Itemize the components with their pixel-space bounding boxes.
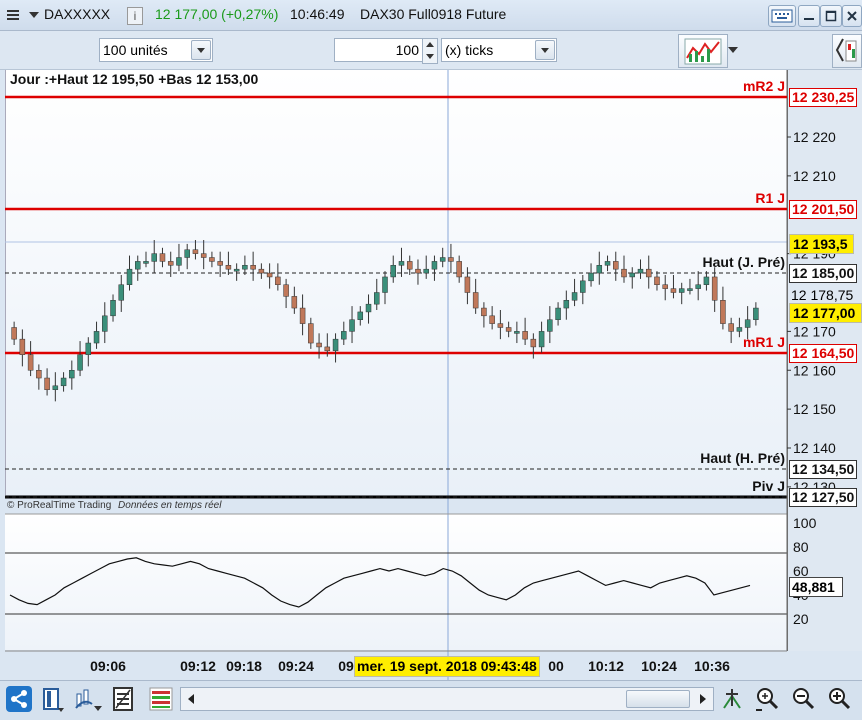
level-value-label: 12 185,00 bbox=[789, 264, 858, 283]
crosshair-date-label: mer. 19 sept. 2018 09:43:48 bbox=[354, 656, 540, 677]
keyboard-icon bbox=[771, 9, 793, 23]
ticks-unit-select[interactable]: (x) ticks bbox=[441, 38, 557, 62]
level-name-label: R1 J bbox=[755, 190, 785, 206]
trades-icon bbox=[149, 687, 173, 711]
level-value-label: 12 127,50 bbox=[789, 488, 858, 507]
level-name-label: Haut (H. Pré) bbox=[700, 450, 785, 466]
ticks-unit-chevron-down-icon bbox=[535, 40, 555, 60]
scrollbar[interactable] bbox=[180, 687, 714, 711]
watermark-status: Données en temps réel bbox=[118, 500, 222, 511]
crosshair-date-text: mer. 19 sept. 2018 09:43:48 bbox=[357, 658, 537, 674]
ref-price-text: 12 178,75 bbox=[791, 287, 854, 303]
scrollbar-thumb[interactable] bbox=[626, 690, 690, 708]
time-tick-label: 00 bbox=[548, 658, 564, 674]
zoom-in-icon bbox=[829, 688, 851, 710]
time-tick-label: 09:18 bbox=[226, 658, 262, 674]
keyboard-button[interactable] bbox=[768, 5, 796, 27]
share-icon bbox=[11, 690, 27, 708]
ticks-unit-value: (x) ticks bbox=[445, 42, 494, 58]
chart-style-chevron-down-icon[interactable] bbox=[728, 46, 738, 54]
zoom-out-button[interactable] bbox=[790, 686, 816, 712]
minimize-icon bbox=[804, 18, 814, 20]
maximize-button[interactable] bbox=[820, 5, 842, 27]
last-price-label: 12 177,00 bbox=[789, 303, 862, 323]
price-chart-area[interactable] bbox=[5, 70, 788, 495]
clock-time: 10:46:49 bbox=[290, 6, 345, 22]
chart-header: Jour :+Haut 12 195,50 +Bas 12 153,00 bbox=[10, 71, 259, 87]
level-name-label: Piv J bbox=[752, 478, 785, 494]
level-name-label: mR2 J bbox=[742, 78, 785, 94]
ticks-number-input[interactable]: 100 bbox=[334, 38, 424, 62]
level-name-label: mR1 J bbox=[742, 334, 785, 350]
info-icon-glyph: i bbox=[133, 9, 137, 23]
scroll-right-icon[interactable] bbox=[693, 688, 713, 710]
crosshair-price-label: 12 193,5 bbox=[789, 234, 854, 254]
watermark: © ProRealTime Trading Données en temps r… bbox=[7, 500, 221, 511]
scroll-left-icon[interactable] bbox=[181, 688, 201, 710]
units-select[interactable]: 100 unités bbox=[99, 38, 213, 62]
indicator-value-text: 48,881 bbox=[792, 579, 835, 595]
ref-price-label: 12 178,75 bbox=[791, 286, 853, 304]
chart-toolbar: 100 unités 100 (x) ticks bbox=[0, 31, 862, 70]
time-tick-label: 09 bbox=[338, 658, 354, 674]
title-bar: DAXXXXX i 12 177,00 (+0,27%) 10:46:49 DA… bbox=[0, 0, 862, 31]
time-tick-label: 09:24 bbox=[278, 658, 314, 674]
layout-button[interactable] bbox=[42, 686, 64, 712]
indicators-button[interactable] bbox=[74, 686, 104, 712]
time-tick-label: 10:24 bbox=[641, 658, 677, 674]
level-value-label: 12 230,25 bbox=[789, 88, 858, 107]
zoom-out-icon bbox=[793, 688, 815, 710]
window-menu-icon[interactable] bbox=[6, 9, 20, 21]
spinner-down-icon[interactable] bbox=[423, 51, 437, 62]
instrument-name[interactable]: DAXXXXX bbox=[44, 6, 110, 22]
units-chevron-down-icon[interactable] bbox=[191, 40, 211, 60]
ticks-number-value: 100 bbox=[395, 42, 419, 58]
level-value-label: 12 164,50 bbox=[789, 344, 858, 363]
side-panel-button[interactable] bbox=[832, 34, 862, 68]
indicators-icon bbox=[75, 689, 102, 711]
zoom-fit-button[interactable] bbox=[720, 686, 744, 712]
layout-icon bbox=[43, 688, 64, 712]
spinner-up-icon[interactable] bbox=[423, 39, 437, 50]
last-price-text: 12 177,00 bbox=[793, 305, 856, 321]
indicator-panel[interactable] bbox=[5, 514, 787, 650]
zoom-reset-button[interactable] bbox=[754, 686, 780, 712]
zoom-fit-icon bbox=[723, 689, 741, 709]
zoom-reset-icon bbox=[756, 688, 779, 711]
units-value: 100 unités bbox=[103, 42, 168, 58]
price-change: 12 177,00 (+0,27%) bbox=[155, 6, 279, 22]
zoom-in-button[interactable] bbox=[826, 686, 852, 712]
watermark-brand: © ProRealTime Trading bbox=[7, 500, 112, 511]
time-tick-label: 10:12 bbox=[588, 658, 624, 674]
level-name-label: Haut (J. Pré) bbox=[702, 254, 785, 270]
ticks-spinner[interactable] bbox=[422, 38, 438, 64]
close-icon bbox=[847, 11, 857, 21]
crosshair-price-text: 12 193,5 bbox=[793, 236, 848, 252]
maximize-icon bbox=[825, 10, 837, 22]
instrument-description: DAX30 Full0918 Future bbox=[360, 6, 507, 22]
list-button[interactable] bbox=[112, 686, 136, 712]
share-button[interactable] bbox=[6, 686, 32, 712]
list-icon bbox=[113, 687, 133, 711]
time-tick-label: 09:06 bbox=[90, 658, 126, 674]
info-icon[interactable]: i bbox=[127, 7, 143, 25]
indicator-value-label: 48,881 bbox=[789, 577, 843, 597]
time-tick-label: 09:12 bbox=[180, 658, 216, 674]
time-tick-label: 10:36 bbox=[694, 658, 730, 674]
chart-style-button[interactable] bbox=[678, 34, 728, 68]
side-panel-icon bbox=[835, 38, 857, 62]
minimize-button[interactable] bbox=[798, 5, 820, 27]
level-value-label: 12 134,50 bbox=[789, 460, 858, 479]
level-value-label: 12 201,50 bbox=[789, 200, 858, 219]
instrument-dropdown-icon[interactable] bbox=[29, 12, 39, 18]
close-button[interactable] bbox=[842, 5, 862, 27]
trades-button[interactable] bbox=[148, 686, 174, 712]
chart-style-icon bbox=[684, 38, 722, 65]
